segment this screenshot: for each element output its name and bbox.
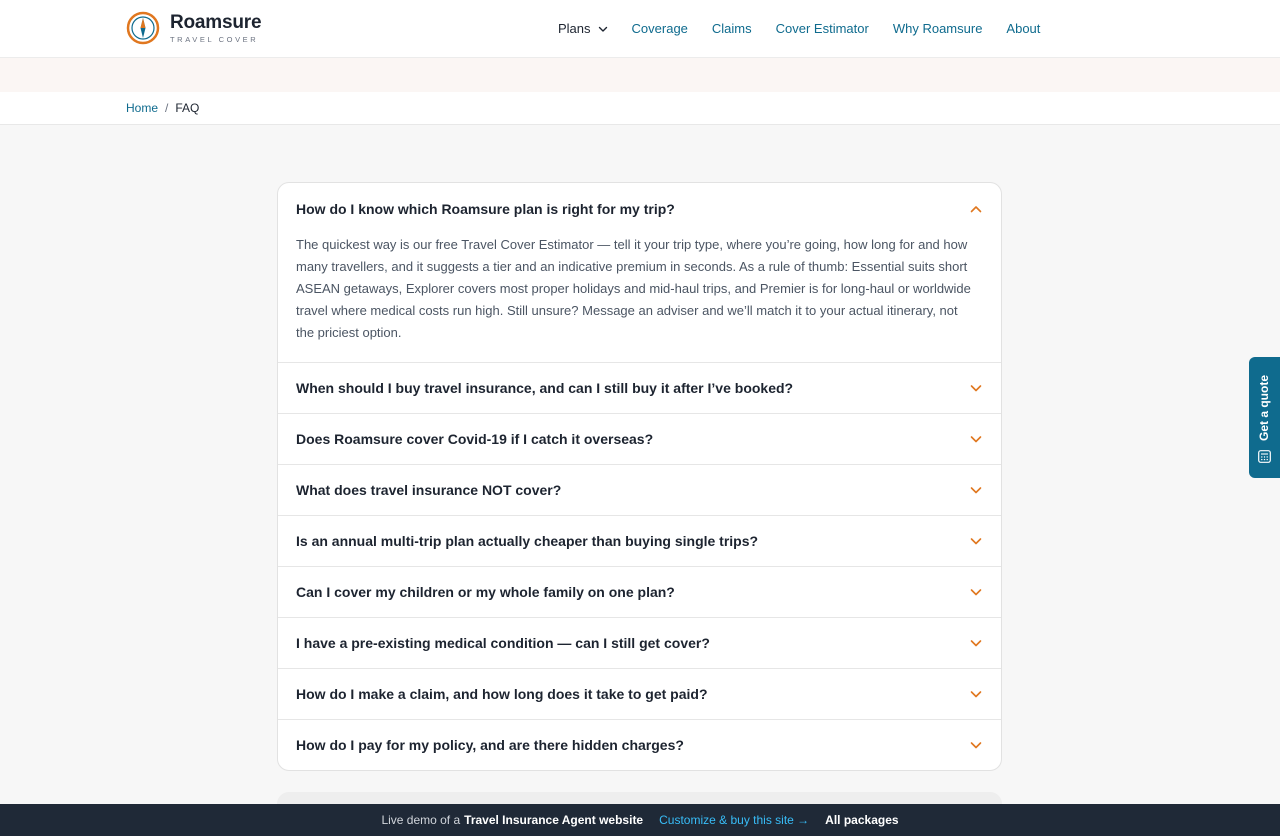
faq-item: What does travel insurance NOT cover?: [278, 465, 1001, 516]
nav-item-why-roamsure[interactable]: Why Roamsure: [893, 20, 983, 38]
faq-accordion: How do I know which Roamsure plan is rig…: [277, 182, 1002, 771]
hero-band: [0, 58, 1280, 92]
faq-item: How do I make a claim, and how long does…: [278, 669, 1001, 720]
faq-question: What does travel insurance NOT cover?: [296, 482, 562, 498]
faq-question: I have a pre-existing medical condition …: [296, 635, 710, 651]
faq-answer: The quickest way is our free Travel Cove…: [296, 237, 971, 340]
calculator-icon: [1258, 450, 1271, 463]
breadcrumb-home-link[interactable]: Home: [126, 101, 158, 115]
faq-question: How do I make a claim, and how long does…: [296, 686, 708, 702]
faq-question-toggle[interactable]: How do I pay for my policy, and are ther…: [278, 720, 1001, 770]
faq-question: When should I buy travel insurance, and …: [296, 380, 794, 396]
faq-question-toggle[interactable]: How do I know which Roamsure plan is rig…: [278, 183, 1001, 234]
chevron-up-icon: [970, 205, 982, 212]
faq-question: Does Roamsure cover Covid-19 if I catch …: [296, 431, 654, 447]
nav-item-plans[interactable]: Plans: [558, 20, 608, 38]
nav-item-claims[interactable]: Claims: [712, 20, 752, 38]
chevron-down-icon: [970, 487, 982, 494]
chevron-down-icon: [970, 589, 982, 596]
get-a-quote-tab[interactable]: Get a quote: [1249, 357, 1280, 478]
customize-buy-link[interactable]: Customize & buy this site →: [659, 813, 809, 827]
faq-question-toggle[interactable]: Can I cover my children or my whole fami…: [278, 567, 1001, 617]
faq-item: Can I cover my children or my whole fami…: [278, 567, 1001, 618]
brand-name: Roamsure: [170, 11, 262, 33]
demo-bar: Live demo of a Travel Insurance Agent we…: [0, 804, 1280, 836]
faq-item: Does Roamsure cover Covid-19 if I catch …: [278, 414, 1001, 465]
faq-item: I have a pre-existing medical condition …: [278, 618, 1001, 669]
chevron-down-icon: [970, 385, 982, 392]
get-a-quote-label: Get a quote: [1257, 374, 1271, 441]
main-nav: Plans Coverage Claims Cover Estimator Wh…: [558, 20, 1040, 38]
logo[interactable]: Roamsure TRAVEL COVER: [126, 11, 262, 45]
faq-question: How do I know which Roamsure plan is rig…: [296, 200, 675, 217]
faq-item: Is an annual multi-trip plan actually ch…: [278, 516, 1001, 567]
faq-question-toggle[interactable]: I have a pre-existing medical condition …: [278, 618, 1001, 668]
chevron-down-icon: [970, 538, 982, 545]
faq-question-toggle[interactable]: Is an annual multi-trip plan actually ch…: [278, 516, 1001, 566]
faq-question: How do I pay for my policy, and are ther…: [296, 737, 684, 753]
chevron-down-icon: [970, 742, 982, 749]
breadcrumb-separator: /: [165, 101, 169, 115]
breadcrumb: Home / FAQ: [0, 92, 1280, 125]
chevron-down-icon: [970, 640, 982, 647]
faq-question: Is an annual multi-trip plan actually ch…: [296, 533, 759, 549]
faq-question-toggle[interactable]: When should I buy travel insurance, and …: [278, 363, 1001, 413]
faq-question: Can I cover my children or my whole fami…: [296, 584, 675, 600]
all-packages-link[interactable]: All packages: [825, 813, 898, 827]
chevron-down-icon: [598, 26, 607, 32]
nav-item-cover-estimator[interactable]: Cover Estimator: [776, 20, 869, 38]
faq-question-toggle[interactable]: Does Roamsure cover Covid-19 if I catch …: [278, 414, 1001, 464]
demo-bar-prefix: Live demo of a: [381, 813, 461, 827]
chevron-down-icon: [970, 691, 982, 698]
demo-bar-site-type: Travel Insurance Agent website: [464, 813, 644, 827]
faq-question-toggle[interactable]: What does travel insurance NOT cover?: [278, 465, 1001, 515]
brand-tagline: TRAVEL COVER: [170, 34, 259, 44]
nav-item-coverage[interactable]: Coverage: [632, 20, 688, 38]
nav-item-label: Plans: [558, 21, 591, 36]
compass-logo-icon: [126, 11, 160, 45]
faq-item: When should I buy travel insurance, and …: [278, 363, 1001, 414]
faq-question-toggle[interactable]: How do I make a claim, and how long does…: [278, 669, 1001, 719]
site-header: Roamsure TRAVEL COVER Plans Coverage Cla…: [0, 0, 1280, 58]
breadcrumb-current: FAQ: [175, 101, 200, 115]
faq-item: How do I know which Roamsure plan is rig…: [278, 183, 1001, 363]
nav-item-about[interactable]: About: [1006, 20, 1040, 38]
chevron-down-icon: [970, 436, 982, 443]
faq-item: How do I pay for my policy, and are ther…: [278, 720, 1001, 770]
